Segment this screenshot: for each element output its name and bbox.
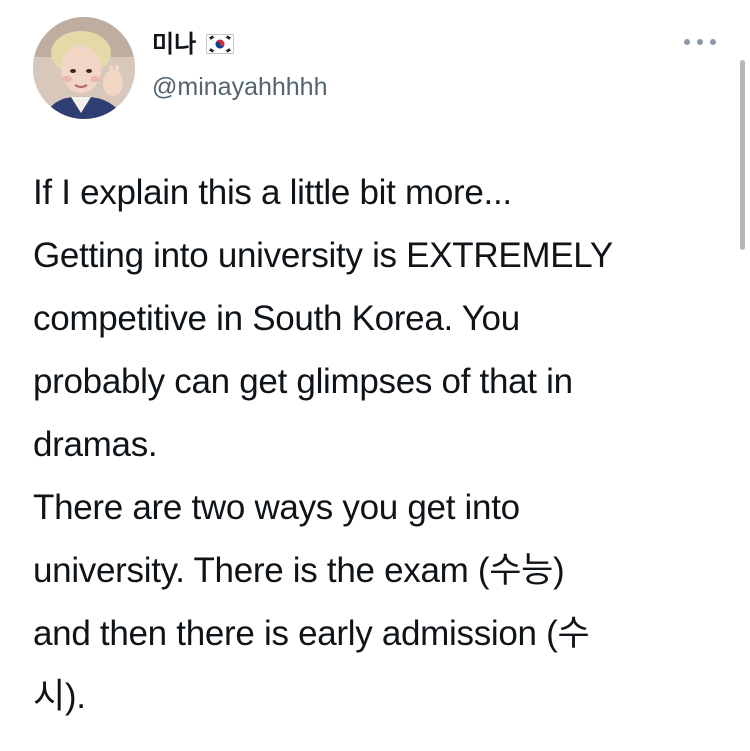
- tweet-text: If I explain this a little bit more... G…: [33, 161, 733, 728]
- tweet-text-line: and then there is early admission (수: [33, 614, 590, 653]
- tweet-text-line: 시).: [33, 677, 86, 716]
- tweet-card: 미나 @minayahhhhh If I explain this a litt…: [0, 0, 750, 751]
- south-korea-flag-icon: [206, 34, 235, 54]
- more-dot: [697, 39, 703, 45]
- display-name[interactable]: 미나: [152, 29, 196, 59]
- avatar[interactable]: [33, 17, 135, 119]
- tweet-text-line: university. There is the exam (수능): [33, 551, 565, 590]
- tweet-text-line: dramas.: [33, 425, 158, 464]
- more-dot: [684, 39, 690, 45]
- avatar-image: [33, 17, 135, 119]
- scrollbar[interactable]: [740, 60, 745, 250]
- tweet-text-line: probably can get glimpses of that in: [33, 362, 573, 401]
- author-name-row: 미나: [152, 29, 235, 59]
- more-dot: [710, 39, 716, 45]
- tweet-text-line: competitive in South Korea. You: [33, 299, 520, 338]
- tweet-text-line: If I explain this a little bit more...: [33, 173, 512, 212]
- tweet-text-line: There are two ways you get into: [33, 488, 520, 527]
- user-handle[interactable]: @minayahhhhh: [152, 72, 328, 102]
- tweet-text-line: Getting into university is EXTREMELY: [33, 236, 613, 275]
- more-options-icon[interactable]: [684, 35, 716, 49]
